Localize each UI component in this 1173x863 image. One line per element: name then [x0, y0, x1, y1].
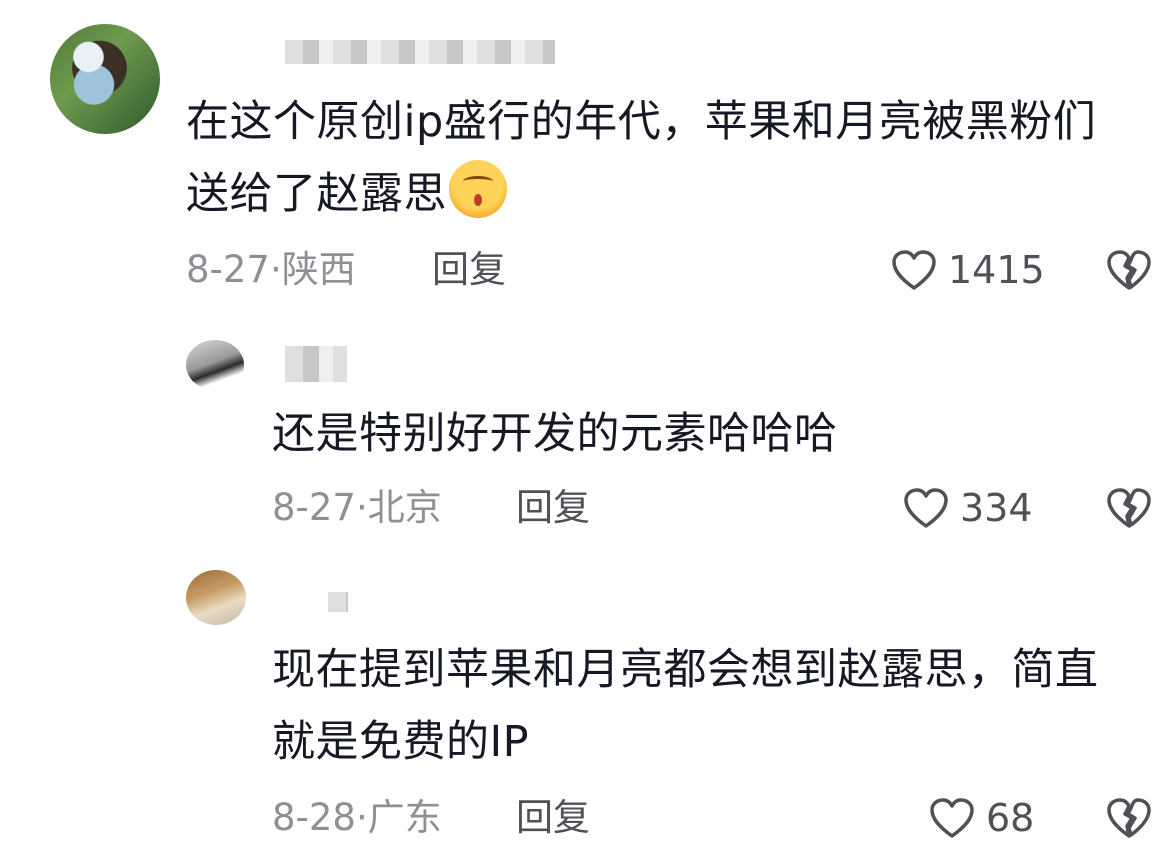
like-button[interactable]: 334 — [902, 486, 1033, 530]
avatar[interactable] — [186, 570, 246, 625]
avatar[interactable] — [186, 340, 244, 390]
like-count: 334 — [960, 486, 1033, 530]
heart-icon — [892, 250, 936, 290]
heart-icon — [930, 798, 974, 838]
comment-text: 还是特别好开发的元素哈哈哈 — [272, 409, 838, 459]
like-count: 1415 — [948, 248, 1045, 292]
smirk-face-icon — [449, 160, 507, 218]
comment-date-location: 8-27·陕西 — [186, 248, 356, 291]
dislike-button[interactable] — [1105, 248, 1153, 292]
like-count: 68 — [986, 796, 1035, 840]
reply-button[interactable]: 回复 — [432, 248, 506, 292]
broken-heart-icon — [1107, 488, 1151, 528]
reply-button[interactable]: 回复 — [516, 796, 590, 840]
comment-date-location: 8-28·广东 — [272, 796, 442, 839]
reply-button[interactable]: 回复 — [516, 486, 590, 530]
username-blurred[interactable] — [328, 592, 348, 612]
like-button[interactable]: 68 — [928, 796, 1034, 840]
dislike-button[interactable] — [1105, 796, 1153, 840]
like-button[interactable]: 1415 — [890, 248, 1045, 292]
comment-text: 现在提到苹果和月亮都会想到赵露思，简直 就是免费的IP — [272, 645, 1099, 767]
heart-icon — [904, 488, 948, 528]
dislike-button[interactable] — [1105, 486, 1153, 530]
comment-date-location: 8-27·北京 — [272, 486, 442, 529]
broken-heart-icon — [1107, 250, 1151, 290]
username-blurred[interactable] — [285, 346, 347, 382]
broken-heart-icon — [1107, 798, 1151, 838]
avatar[interactable] — [50, 24, 160, 134]
username-blurred[interactable] — [285, 40, 555, 64]
comment-text: 在这个原创ip盛行的年代，苹果和月亮被黑粉们 送给了赵露思 — [186, 97, 1097, 219]
